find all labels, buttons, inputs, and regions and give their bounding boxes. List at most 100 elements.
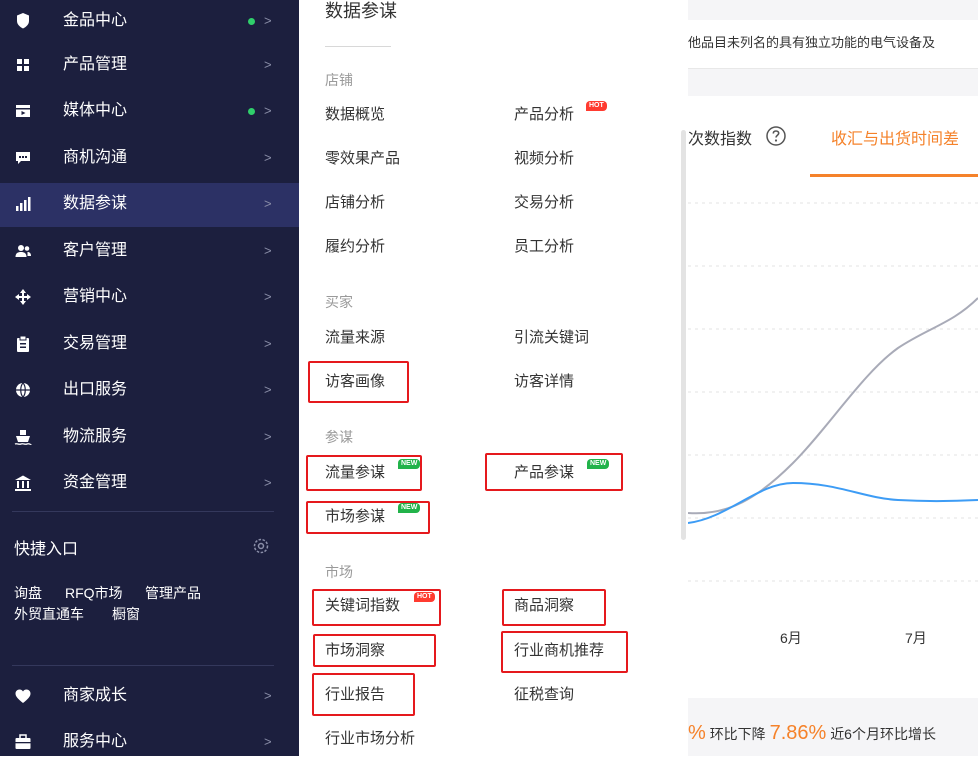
users-icon	[15, 245, 31, 257]
sidebar-item-label: 物流服务	[63, 428, 128, 445]
divider	[12, 511, 274, 512]
sidebar-item-label: 营销中心	[63, 288, 128, 305]
arrows-icon	[15, 289, 31, 305]
stat-suffix: %	[688, 722, 706, 744]
sidebar-item-label: 商机沟通	[63, 149, 128, 166]
bottom-stats: % 环比下降 7.86% 近6个月环比增长	[688, 722, 936, 745]
menu-item-trade-analysis[interactable]: 交易分析	[514, 192, 574, 214]
active-tab-underline	[810, 174, 978, 177]
shield-icon	[17, 13, 29, 29]
sidebar-item-service-center[interactable]: 服务中心 >	[0, 721, 299, 765]
series-line-gray	[687, 297, 978, 515]
highlight-box	[306, 455, 422, 491]
menu-item-product-analysis[interactable]: 产品分析	[514, 104, 574, 126]
highlight-box	[306, 501, 430, 534]
chevron-right-icon: >	[264, 475, 272, 490]
sidebar-item-label: 媒体中心	[63, 102, 128, 119]
highlight-box	[502, 589, 606, 626]
section-title-store: 店铺	[325, 72, 353, 88]
menu-item-video-analysis[interactable]: 视频分析	[514, 148, 574, 170]
sidebar-item-label: 商家成长	[63, 687, 128, 704]
quick-link-trade-express[interactable]: 外贸直通车	[14, 604, 84, 624]
gear-icon[interactable]	[252, 537, 270, 555]
quick-link-inquiry[interactable]: 询盘	[14, 583, 42, 603]
section-title-market: 市场	[325, 564, 353, 580]
heart-icon	[15, 689, 31, 703]
tab-payment-shipping-gap[interactable]: 收汇与出货时间差	[831, 125, 959, 149]
chevron-right-icon: >	[264, 243, 272, 258]
menu-item-visitor-details[interactable]: 访客详情	[514, 371, 574, 393]
hot-badge: HOT	[586, 101, 607, 111]
status-dot	[248, 18, 255, 25]
menu-item-tax-inquiry[interactable]: 征税查询	[514, 684, 574, 706]
sidebar-item-export-service[interactable]: 出口服务 >	[0, 369, 299, 413]
category-text: 他品目未列名的具有独立功能的电气设备及	[688, 35, 936, 50]
stat-label-decrease: 环比下降	[709, 726, 766, 742]
sidebar-item-customer-management[interactable]: 客户管理 >	[0, 230, 299, 274]
sidebar-item-label: 服务中心	[63, 733, 128, 750]
sidebar-item-business-chat[interactable]: 商机沟通 >	[0, 137, 299, 181]
highlight-box	[312, 673, 415, 716]
tab-count-index[interactable]: 次数指数	[688, 125, 752, 149]
menu-item-zero-effect-products[interactable]: 零效果产品	[325, 148, 400, 170]
chevron-right-icon: >	[264, 688, 272, 703]
chevron-right-icon: >	[264, 13, 272, 28]
sidebar-item-label: 产品管理	[63, 56, 128, 73]
menu-item-data-overview[interactable]: 数据概览	[325, 104, 385, 126]
sidebar-item-label: 资金管理	[63, 474, 128, 491]
trend-chart	[687, 178, 978, 698]
sidebar-item-merchant-growth[interactable]: 商家成长 >	[0, 675, 299, 719]
menu-item-industry-market-analysis[interactable]: 行业市场分析	[325, 728, 415, 750]
quick-link-rfq-market[interactable]: RFQ市场	[65, 583, 123, 603]
ship-icon	[14, 430, 32, 445]
sidebar-item-marketing-center[interactable]: 营销中心 >	[0, 276, 299, 320]
panel-title: 数据参谋	[325, 1, 397, 21]
divider	[12, 665, 274, 666]
chevron-right-icon: >	[264, 382, 272, 397]
status-dot	[248, 108, 255, 115]
quick-link-manage-products[interactable]: 管理产品	[145, 583, 201, 603]
chevron-right-icon: >	[264, 429, 272, 444]
grid-icon	[17, 59, 29, 71]
x-tick-label: 6月	[780, 630, 802, 646]
menu-item-fulfillment-analysis[interactable]: 履约分析	[325, 236, 385, 258]
menu-item-traffic-keywords[interactable]: 引流关键词	[514, 327, 589, 349]
sidebar-item-label: 金品中心	[63, 12, 128, 29]
sidebar-item-trade-management[interactable]: 交易管理 >	[0, 323, 299, 367]
sidebar-item-data-advisor[interactable]: 数据参谋 >	[0, 183, 299, 227]
sidebar-item-logistics-service[interactable]: 物流服务 >	[0, 416, 299, 460]
sidebar-item-label: 交易管理	[63, 335, 128, 352]
quick-entry-title: 快捷入口	[14, 541, 79, 558]
chat-icon	[16, 152, 30, 164]
sidebar-item-media-center[interactable]: 媒体中心 >	[0, 90, 299, 134]
quick-link-showcase[interactable]: 橱窗	[112, 604, 140, 624]
sidebar-item-label: 出口服务	[63, 381, 128, 398]
trend-chart-svg	[687, 202, 978, 582]
sidebar-item-gold-center[interactable]: 金品中心 >	[0, 0, 299, 44]
bar-chart-icon	[16, 197, 31, 211]
menu-item-store-analysis[interactable]: 店铺分析	[325, 192, 385, 214]
globe-icon	[16, 382, 30, 398]
chevron-right-icon: >	[264, 734, 272, 749]
panel-scrollbar[interactable]	[681, 130, 686, 540]
series-line-blue	[687, 481, 978, 524]
chevron-right-icon: >	[264, 289, 272, 304]
gridlines	[688, 202, 978, 582]
highlight-box	[485, 453, 623, 491]
bank-icon	[15, 475, 31, 491]
chevron-right-icon: >	[264, 196, 272, 211]
sidebar-item-product-management[interactable]: 产品管理 >	[0, 44, 299, 88]
briefcase-icon	[15, 734, 31, 749]
highlight-box	[312, 589, 441, 626]
stat-label-growth: 近6个月环比增长	[830, 726, 936, 742]
menu-item-staff-analysis[interactable]: 员工分析	[514, 236, 574, 258]
question-circle-icon[interactable]	[765, 125, 787, 147]
x-tick-label: 7月	[905, 630, 927, 646]
highlight-box	[501, 631, 628, 673]
highlight-box	[308, 361, 409, 403]
title-underline	[325, 46, 391, 47]
sidebar-item-fund-management[interactable]: 资金管理 >	[0, 462, 299, 506]
menu-item-traffic-source[interactable]: 流量来源	[325, 327, 385, 349]
chevron-right-icon: >	[264, 336, 272, 351]
sidebar-item-label: 数据参谋	[63, 195, 128, 212]
